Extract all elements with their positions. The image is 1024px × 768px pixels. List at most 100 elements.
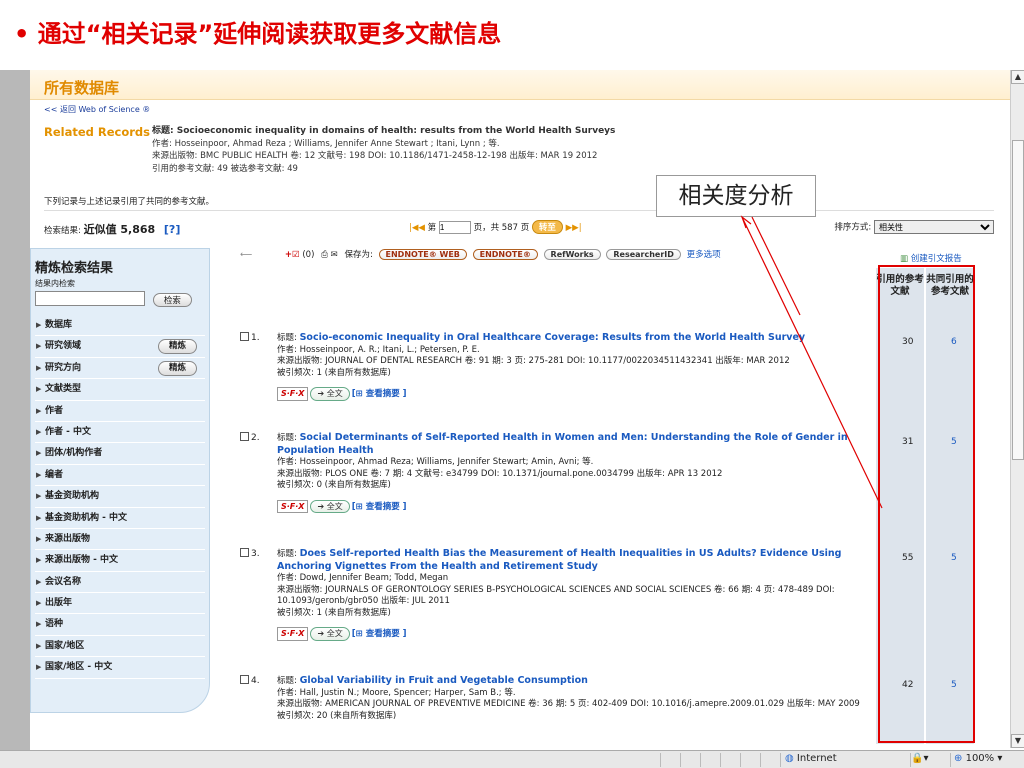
view-abstract-link[interactable]: [⊞ 查看摘要 ] <box>352 629 407 639</box>
filter-item[interactable]: ▶ 编者 <box>35 465 205 487</box>
add-marked-icon[interactable]: +☑ <box>285 250 300 260</box>
expand-arrow-icon: ▶ <box>36 470 42 479</box>
export-endnote-web-button[interactable]: ENDNOTE® WEB <box>378 249 467 260</box>
result-body: 标题: Does Self-reported Health Bias the M… <box>277 548 880 641</box>
help-link[interactable]: [?] <box>164 223 180 236</box>
page-prefix: 第 <box>427 223 437 233</box>
full-text-label: 全文 <box>326 389 343 398</box>
result-index: 1. <box>251 333 260 343</box>
refine-sidebar: 精炼检索结果 结果内检索 检索 ▶ 数据库 ▶ 研究领域 精炼 ▶ 研究方向 精炼 ▶ 文献类型 ▶… <box>30 248 210 718</box>
highlight-box <box>878 265 975 743</box>
result-item: 2. 标题: Social Determinants of Self-Report… <box>240 432 880 513</box>
scroll-up-icon[interactable]: ▲ <box>1011 70 1024 84</box>
refine-button[interactable]: 精炼 <box>157 339 197 355</box>
source-authors: 作者: Hosseinpoor, Ahmad Reza ; Williams, … <box>152 138 500 149</box>
sfx-button[interactable]: S·F·X <box>277 627 309 641</box>
filter-item[interactable]: ▶ 国家/地区 <box>35 636 205 658</box>
page-input[interactable] <box>438 221 471 234</box>
result-title-link[interactable]: Social Determinants of Self-Reported Hea… <box>277 432 848 456</box>
source-publication: 来源出版物: BMC PUBLIC HEALTH 卷: 12 文献号: 198 … <box>152 151 598 161</box>
filter-item[interactable]: ▶ 语种 <box>35 614 205 636</box>
filter-item[interactable]: ▶ 作者 - 中文 <box>35 422 205 444</box>
vertical-scrollbar[interactable]: ▲ ▼ <box>1010 70 1024 748</box>
sort-control: 排序方式: 相关性 <box>834 220 994 234</box>
view-abstract-link[interactable]: [⊞ 查看摘要 ] <box>352 389 407 399</box>
filter-item[interactable]: ▶ 来源出版物 - 中文 <box>35 550 205 572</box>
filter-item[interactable]: ▶ 会议名称 <box>35 572 205 594</box>
result-item: 3. 标题: Does Self-reported Health Bias the… <box>240 548 880 641</box>
select-checkbox[interactable] <box>240 332 249 341</box>
go-button[interactable]: 转至 <box>531 220 563 234</box>
filter-item[interactable]: ▶ 研究领域 精炼 <box>35 336 205 358</box>
view-abstract-link[interactable]: [⊞ 查看摘要 ] <box>352 502 407 512</box>
sort-select[interactable]: 相关性 <box>874 220 994 234</box>
save-as-label: 保存为: <box>344 250 373 260</box>
citation-report-link[interactable]: ▥ 创建引文报告 <box>900 252 962 264</box>
expand-arrow-icon: ▶ <box>36 385 42 394</box>
filter-item[interactable]: ▶ 数据库 <box>35 315 205 337</box>
filter-item[interactable]: ▶ 来源出版物 <box>35 529 205 551</box>
security-cell[interactable]: 🔒▾ <box>910 753 950 767</box>
filter-item[interactable]: ▶ 基金资助机构 - 中文 <box>35 508 205 529</box>
shared-refs-link[interactable]: 5 <box>951 437 957 447</box>
select-checkbox[interactable] <box>240 675 249 684</box>
export-researcherid-button[interactable]: ResearcherID <box>606 249 681 260</box>
filter-item[interactable]: ▶ 团体/机构作者 <box>35 443 205 465</box>
refine-button[interactable]: 精炼 <box>157 360 197 376</box>
status-cell <box>680 753 700 767</box>
result-authors: 作者: Hosseinpoor, A. R.; Itani, L.; Peter… <box>277 344 480 355</box>
full-text-button[interactable]: ➔ 全文 <box>310 387 350 401</box>
filter-item[interactable]: ▶ 国家/地区 - 中文 <box>35 657 205 679</box>
filter-item[interactable]: ▶ 出版年 <box>35 593 205 615</box>
shared-refs-link[interactable]: 5 <box>951 553 957 563</box>
result-title-link[interactable]: Socio-economic Inequality in Oral Health… <box>300 332 806 343</box>
expand-arrow-icon: ▶ <box>36 492 42 501</box>
back-to-wos-link[interactable]: << 返回 Web of Science ® <box>44 104 150 115</box>
sfx-button[interactable]: S·F·X <box>277 387 309 401</box>
filter-item[interactable]: ▶ 研究方向 精炼 <box>35 358 205 380</box>
more-options-link[interactable]: 更多选项 <box>687 250 721 260</box>
zoom-cell[interactable]: ⊕ 100% ▾ <box>950 753 1010 767</box>
full-text-button[interactable]: ➔ 全文 <box>310 627 350 641</box>
zone-cell: ◍ Internet <box>780 753 910 767</box>
search-within-input[interactable] <box>35 291 145 306</box>
filter-item[interactable]: ▶ 作者 <box>35 401 205 422</box>
shared-refs-link[interactable]: 6 <box>951 337 957 347</box>
print-icon[interactable]: ⎙ <box>321 250 328 260</box>
select-checkbox[interactable] <box>240 548 249 557</box>
result-authors: 作者: Hosseinpoor, Ahmad Reza; Williams, J… <box>277 457 594 467</box>
next-page-icon[interactable]: ▶▶| <box>566 223 582 233</box>
full-text-button[interactable]: ➔ 全文 <box>310 499 350 513</box>
scroll-down-icon[interactable]: ▼ <box>1011 734 1024 748</box>
result-title-link[interactable]: Does Self-reported Health Bias the Measu… <box>277 548 841 572</box>
expand-arrow-icon: ▶ <box>36 534 42 543</box>
filter-label: 来源出版物 <box>45 533 91 544</box>
result-body: 标题: Social Determinants of Self-Reported… <box>277 432 880 513</box>
filter-label: 文献类型 <box>45 384 82 395</box>
filter-item[interactable]: ▶ 基金资助机构 <box>35 486 205 508</box>
filter-label: 基金资助机构 <box>45 491 100 502</box>
result-number: 4. <box>240 675 260 688</box>
select-checkbox[interactable] <box>240 432 249 441</box>
arrow-icon: ➔ <box>317 389 325 398</box>
scroll-thumb[interactable] <box>1012 140 1024 460</box>
search-within-button[interactable]: 检索 <box>152 293 192 307</box>
marked-count: (0) <box>302 250 315 260</box>
search-within-label: 结果内检索 <box>35 279 75 288</box>
expand-arrow-icon: ▶ <box>36 641 42 650</box>
result-authors: 作者: Hall, Justin N.; Moore, Spencer; Har… <box>277 687 516 698</box>
first-page-icon[interactable]: |◀◀ <box>409 223 425 233</box>
shared-refs-link[interactable]: 5 <box>951 680 957 690</box>
divider-icon: ⟵ <box>240 250 253 260</box>
sfx-button[interactable]: S·F·X <box>277 499 309 513</box>
zone-label: Internet <box>796 753 837 764</box>
results-toolbar: 检索结果: 近似值 5,868 [?] |◀◀ 第 页，共 587 页 转至 ▶… <box>44 218 994 238</box>
expand-arrow-icon: ▶ <box>36 513 42 522</box>
filter-item[interactable]: ▶ 文献类型 <box>35 379 205 401</box>
export-endnote-button[interactable]: ENDNOTE® <box>472 249 538 260</box>
actions-bar: ⟵ +☑ (0) ⎙ ✉ 保存为: ENDNOTE® WEB ENDNOTE® … <box>240 248 800 268</box>
export-refworks-button[interactable]: RefWorks <box>543 249 601 260</box>
email-icon[interactable]: ✉ <box>331 250 338 260</box>
result-title-link[interactable]: Global Variability in Fruit and Vegetabl… <box>300 675 588 686</box>
filter-label: 团体/机构作者 <box>45 448 103 459</box>
